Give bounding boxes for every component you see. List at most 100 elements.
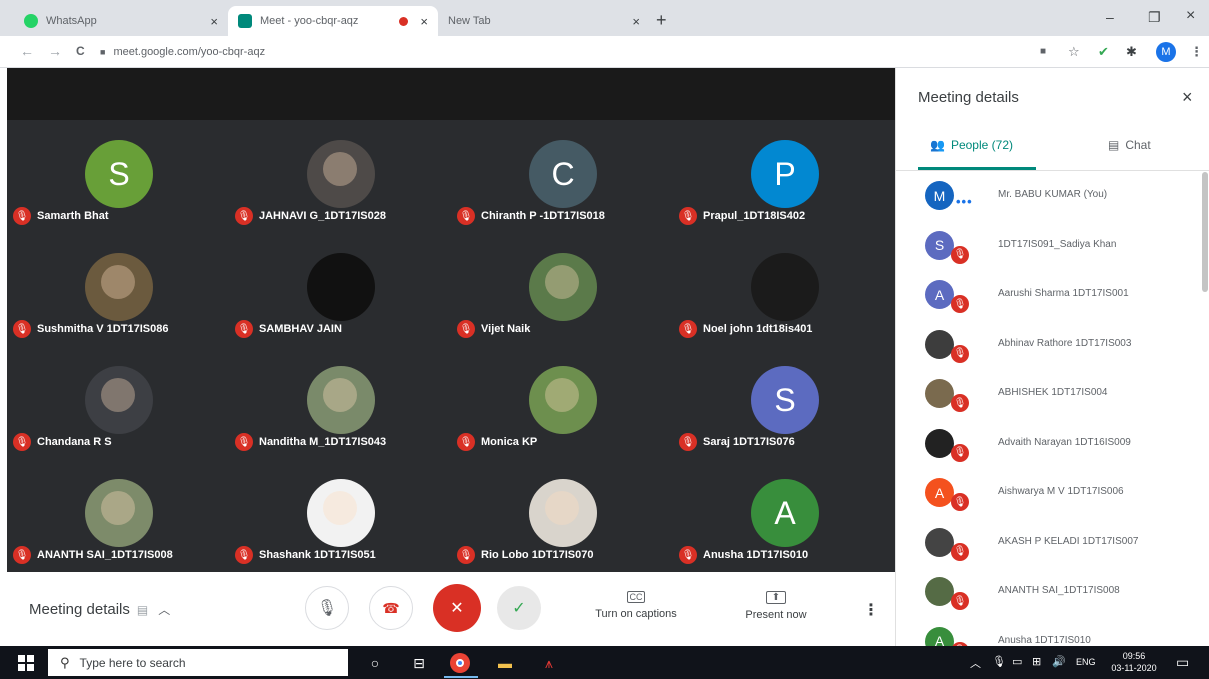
- tab-people[interactable]: 👥 People (72): [930, 138, 1013, 152]
- microphone-button[interactable]: 🎙: [305, 586, 349, 630]
- star-icon[interactable]: ☆: [1068, 44, 1080, 60]
- list-item[interactable]: S 🎙 1DT17IS091_Sadiya Khan: [896, 222, 1202, 272]
- participant-tile[interactable]: 🎙 Shashank 1DT17IS051: [229, 459, 451, 572]
- participant-tile[interactable]: P 🎙 Prapul_1DT18IS402: [673, 120, 895, 233]
- participant-tile[interactable]: S 🎙 Samarth Bhat: [7, 120, 229, 233]
- close-icon[interactable]: ×: [632, 14, 640, 29]
- participant-tile[interactable]: 🎙 Chandana R S: [7, 346, 229, 459]
- mic-off-icon: 🎙: [951, 394, 969, 412]
- participant-tile[interactable]: 🎙 Sushmitha V 1DT17IS086: [7, 233, 229, 346]
- chat-icon: ▤: [1108, 138, 1120, 152]
- avatar: C: [529, 140, 597, 208]
- chevron-up-icon[interactable]: ︿: [970, 655, 981, 671]
- avatar: A: [925, 280, 954, 309]
- participant-name: Vijet Naik: [481, 323, 531, 335]
- window-close-button[interactable]: ×: [1186, 7, 1195, 25]
- profile-avatar[interactable]: M: [1156, 42, 1176, 62]
- taskbar-search-input[interactable]: ⚲ Type here to search: [48, 649, 348, 676]
- battery-icon[interactable]: ▭: [1012, 655, 1022, 668]
- participant-name: ANANTH SAI_1DT17IS008: [998, 585, 1120, 596]
- list-item[interactable]: M ••• Mr. BABU KUMAR (You): [896, 172, 1202, 222]
- more-options-icon[interactable]: ⋮: [863, 600, 879, 620]
- participant-tile[interactable]: C 🎙 Chiranth P -1DT17IS018: [451, 120, 673, 233]
- acrobat-icon[interactable]: ⩚: [538, 652, 560, 674]
- participant-tile[interactable]: 🎙 Monica KP: [451, 346, 673, 459]
- camera-indicator-icon[interactable]: ■: [1040, 46, 1046, 57]
- present-now-button[interactable]: ⬆ Present now: [721, 591, 831, 621]
- mic-off-icon: 🎙: [951, 295, 969, 313]
- volume-icon[interactable]: 🔊: [1052, 655, 1066, 668]
- tab-new-tab[interactable]: New Tab ×: [438, 6, 650, 36]
- avatar: [925, 329, 954, 359]
- lock-icon: ■: [100, 47, 106, 57]
- file-explorer-icon[interactable]: ▬: [494, 652, 516, 674]
- browser-tab-bar: WhatsApp × Meet - yoo-cbqr-aqz × New Tab…: [0, 0, 1209, 36]
- avatar: P: [751, 140, 819, 208]
- captions-icon: CC: [627, 591, 645, 603]
- close-icon[interactable]: ×: [1182, 87, 1193, 108]
- mic-off-icon: 🎙: [235, 207, 253, 225]
- microphone-tray-icon[interactable]: 🎙: [992, 655, 1006, 668]
- chrome-icon[interactable]: [444, 653, 478, 678]
- cortana-icon[interactable]: ○: [364, 652, 386, 674]
- list-item[interactable]: 🎙 ABHISHEK 1DT17IS004: [896, 370, 1202, 420]
- new-tab-button[interactable]: +: [656, 10, 667, 31]
- tab-chat[interactable]: ▤ Chat: [1108, 138, 1151, 152]
- mic-off-icon: 🎙: [679, 546, 697, 564]
- captions-button[interactable]: CC Turn on captions: [581, 591, 691, 620]
- participant-name: Abhinav Rathore 1DT17IS003: [998, 337, 1132, 349]
- participant-tile[interactable]: 🎙 Rio Lobo 1DT17IS070: [451, 459, 673, 572]
- browser-menu-icon[interactable]: ⋮: [1190, 44, 1203, 60]
- url-input[interactable]: ■ meet.google.com/yoo-cbqr-aqz: [100, 41, 1030, 63]
- participant-name: Chiranth P -1DT17IS018: [481, 210, 605, 222]
- list-item[interactable]: A 🎙 Anusha 1DT17IS010: [896, 618, 1202, 646]
- people-icon: 👥: [930, 138, 945, 152]
- network-icon[interactable]: ⊞: [1032, 655, 1041, 668]
- list-item[interactable]: 🎙 Abhinav Rathore 1DT17IS003: [896, 321, 1202, 371]
- scrollbar[interactable]: [1202, 172, 1208, 292]
- meeting-control-bar: Meeting details ▤ ︿ 🎙 ☎ ✕ ✓ CC Turn on c…: [7, 572, 895, 646]
- avatar: A: [751, 479, 819, 547]
- windows-start-icon[interactable]: [18, 655, 34, 671]
- participant-tile[interactable]: 🎙 Vijet Naik: [451, 233, 673, 346]
- taskbar-clock[interactable]: 09:56 03-11-2020: [1108, 650, 1160, 674]
- mic-off-icon: 🎙: [13, 320, 31, 338]
- list-item[interactable]: 🎙 ANANTH SAI_1DT17IS008: [896, 568, 1202, 618]
- back-button[interactable]: ←: [20, 43, 34, 59]
- list-item[interactable]: 🎙 AKASH P KELADI 1DT17IS007: [896, 519, 1202, 569]
- hang-up-button[interactable]: ☎: [369, 586, 413, 630]
- participant-tile[interactable]: 🎙 Noel john 1dt18is401: [673, 233, 895, 346]
- participant-tile[interactable]: 🎙 JAHNAVI G_1DT17IS028: [229, 120, 451, 233]
- minimize-button[interactable]: –: [1106, 9, 1114, 25]
- tab-label: People (72): [950, 138, 1013, 152]
- list-item[interactable]: A 🎙 Aishwarya M V 1DT17IS006: [896, 469, 1202, 519]
- participant-name: Anusha 1DT17IS010: [703, 549, 809, 561]
- participant-tile[interactable]: 🎙 SAMBHAV JAIN: [229, 233, 451, 346]
- forward-button[interactable]: →: [48, 43, 62, 59]
- participant-tile[interactable]: 🎙 Nanditha M_1DT17IS043: [229, 346, 451, 459]
- notification-icon[interactable]: ▭: [1176, 654, 1189, 671]
- language-indicator[interactable]: ENG: [1076, 657, 1096, 667]
- mic-off-icon: 🎙: [457, 207, 475, 225]
- list-item[interactable]: 🎙 Advaith Narayan 1DT16IS009: [896, 420, 1202, 470]
- close-icon[interactable]: ×: [210, 14, 218, 29]
- tab-meet[interactable]: Meet - yoo-cbqr-aqz ×: [228, 6, 438, 36]
- extensions-puzzle-icon[interactable]: ✱: [1126, 44, 1137, 60]
- task-view-icon[interactable]: ⊟: [408, 652, 430, 674]
- check-icon: ✓: [512, 600, 526, 617]
- participant-tile[interactable]: S 🎙 Saraj 1DT17IS076: [673, 346, 895, 459]
- participant-tile[interactable]: A 🎙 Anusha 1DT17IS010: [673, 459, 895, 572]
- extension-check-button[interactable]: ✓: [497, 586, 541, 630]
- more-dots-icon[interactable]: •••: [956, 194, 973, 209]
- extension-check-icon[interactable]: ✔: [1098, 44, 1109, 60]
- microphone-icon: 🎙: [316, 600, 338, 617]
- participant-name: AKASH P KELADI 1DT17IS007: [998, 535, 1139, 547]
- close-icon[interactable]: ×: [420, 14, 428, 29]
- reload-button[interactable]: C: [76, 44, 85, 58]
- maximize-button[interactable]: ❐: [1148, 9, 1161, 26]
- meeting-details-button[interactable]: Meeting details ▤ ︿: [29, 601, 170, 618]
- camera-off-button[interactable]: ✕: [433, 584, 481, 632]
- participant-tile[interactable]: 🎙 ANANTH SAI_1DT17IS008: [7, 459, 229, 572]
- tab-whatsapp[interactable]: WhatsApp ×: [14, 6, 228, 36]
- list-item[interactable]: A 🎙 Aarushi Sharma 1DT17IS001: [896, 271, 1202, 321]
